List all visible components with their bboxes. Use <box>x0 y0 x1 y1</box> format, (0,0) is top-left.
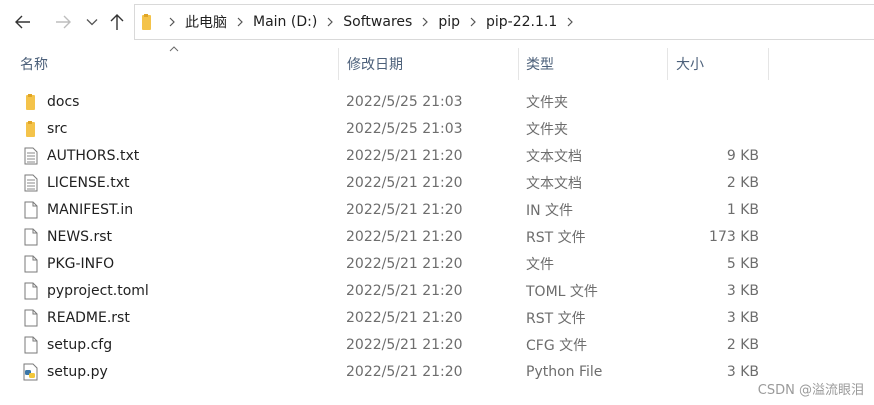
file-row[interactable]: src 2022/5/25 21:03 文件夹 <box>0 115 874 142</box>
file-date: 2022/5/21 21:20 <box>346 228 463 245</box>
file-type: 文本文档 <box>526 175 582 192</box>
file-date: 2022/5/21 21:20 <box>346 363 463 380</box>
file-name: setup.py <box>47 363 108 380</box>
file-row[interactable]: docs 2022/5/25 21:03 文件夹 <box>0 88 874 115</box>
chevron-right-icon[interactable] <box>414 17 436 27</box>
arrow-up-icon <box>110 14 124 30</box>
chevron-down-icon <box>86 19 98 26</box>
file-row[interactable]: setup.cfg 2022/5/21 21:20 CFG 文件 2 KB <box>0 331 874 358</box>
file-date: 2022/5/21 21:20 <box>346 255 463 272</box>
file-name: setup.cfg <box>47 336 113 353</box>
file-icon <box>22 331 40 358</box>
column-header-date-label: 修改日期 <box>347 57 403 73</box>
file-type: 文件夹 <box>526 121 568 138</box>
file-type: TOML 文件 <box>526 283 598 300</box>
file-date: 2022/5/21 21:20 <box>346 147 463 164</box>
file-size: 1 KB <box>726 201 759 218</box>
file-date: 2022/5/25 21:03 <box>346 120 463 137</box>
text-file-icon <box>22 169 40 196</box>
file-type: 文件夹 <box>526 94 568 111</box>
address-bar[interactable]: 此电脑 Main (D:) Softwares pip pip-22.1.1 <box>134 4 874 40</box>
file-row[interactable]: MANIFEST.in 2022/5/21 21:20 IN 文件 1 KB <box>0 196 874 223</box>
breadcrumb-current[interactable]: pip-22.1.1 <box>484 14 559 30</box>
file-type: Python File <box>526 363 603 380</box>
file-row[interactable]: AUTHORS.txt 2022/5/21 21:20 文本文档 9 KB <box>0 142 874 169</box>
file-name: LICENSE.txt <box>47 174 130 191</box>
file-name: MANIFEST.in <box>47 201 134 218</box>
breadcrumb-pip[interactable]: pip <box>436 14 462 30</box>
file-size: 3 KB <box>726 363 759 380</box>
file-size: 5 KB <box>726 255 759 272</box>
file-row[interactable]: LICENSE.txt 2022/5/21 21:20 文本文档 2 KB <box>0 169 874 196</box>
breadcrumb-this-pc[interactable]: 此电脑 <box>183 12 229 32</box>
arrow-left-icon <box>15 15 30 29</box>
file-size: 3 KB <box>726 282 759 299</box>
breadcrumb-softwares[interactable]: Softwares <box>341 14 414 30</box>
file-date: 2022/5/21 21:20 <box>346 174 463 191</box>
file-name: AUTHORS.txt <box>47 147 140 164</box>
file-size: 3 KB <box>726 309 759 326</box>
file-date: 2022/5/21 21:20 <box>346 309 463 326</box>
arrow-right-icon <box>56 15 71 29</box>
file-name: docs <box>47 93 80 110</box>
file-icon <box>22 196 40 223</box>
file-type: IN 文件 <box>526 202 574 219</box>
file-date: 2022/5/21 21:20 <box>346 201 463 218</box>
file-size: 2 KB <box>726 336 759 353</box>
text-file-icon <box>22 142 40 169</box>
folder-icon <box>22 88 40 115</box>
breadcrumb-drive[interactable]: Main (D:) <box>251 14 319 30</box>
column-header-type[interactable]: 类型 <box>519 48 667 80</box>
navigation-bar: 此电脑 Main (D:) Softwares pip pip-22.1.1 <box>0 0 874 44</box>
file-date: 2022/5/25 21:03 <box>346 93 463 110</box>
file-type: 文本文档 <box>526 148 582 165</box>
column-header-name-label: 名称 <box>20 57 48 73</box>
column-divider[interactable] <box>768 48 769 80</box>
file-size: 9 KB <box>726 147 759 164</box>
file-type: CFG 文件 <box>526 337 588 354</box>
file-icon <box>22 304 40 331</box>
file-row[interactable]: NEWS.rst 2022/5/21 21:20 RST 文件 173 KB <box>0 223 874 250</box>
chevron-right-icon[interactable] <box>319 17 341 27</box>
file-name: NEWS.rst <box>47 228 113 245</box>
file-icon <box>22 223 40 250</box>
recent-locations-button[interactable] <box>84 8 100 36</box>
column-header-type-label: 类型 <box>526 57 554 73</box>
file-icon <box>22 250 40 277</box>
file-name: pyproject.toml <box>47 282 149 299</box>
folder-icon <box>141 13 161 31</box>
column-header-size-label: 大小 <box>676 57 704 73</box>
file-row[interactable]: setup.py 2022/5/21 21:20 Python File 3 K… <box>0 358 874 385</box>
chevron-right-icon[interactable] <box>559 17 581 27</box>
file-row[interactable]: pyproject.toml 2022/5/21 21:20 TOML 文件 3… <box>0 277 874 304</box>
python-file-icon <box>22 358 40 385</box>
file-type: RST 文件 <box>526 229 586 246</box>
file-row[interactable]: PKG-INFO 2022/5/21 21:20 文件 5 KB <box>0 250 874 277</box>
chevron-right-icon[interactable] <box>161 17 183 27</box>
column-header-row: 名称 修改日期 类型 大小 <box>0 48 874 80</box>
chevron-right-icon[interactable] <box>229 17 251 27</box>
chevron-right-icon[interactable] <box>462 17 484 27</box>
file-type: RST 文件 <box>526 310 586 327</box>
file-size: 173 KB <box>709 228 759 245</box>
column-header-date[interactable]: 修改日期 <box>339 48 518 80</box>
file-type: 文件 <box>526 256 554 273</box>
file-row[interactable]: README.rst 2022/5/21 21:20 RST 文件 3 KB <box>0 304 874 331</box>
column-header-name[interactable]: 名称 <box>0 48 338 80</box>
forward-button[interactable] <box>48 8 78 36</box>
file-name: README.rst <box>47 309 130 326</box>
file-date: 2022/5/21 21:20 <box>346 282 463 299</box>
back-button[interactable] <box>8 8 38 36</box>
file-icon <box>22 277 40 304</box>
file-name: src <box>47 120 68 137</box>
watermark: CSDN @溢流眼泪 <box>757 383 864 398</box>
file-date: 2022/5/21 21:20 <box>346 336 463 353</box>
column-header-size[interactable]: 大小 <box>668 48 768 80</box>
up-button[interactable] <box>104 8 130 36</box>
file-size: 2 KB <box>726 174 759 191</box>
file-name: PKG-INFO <box>47 255 115 272</box>
folder-icon <box>22 115 40 142</box>
